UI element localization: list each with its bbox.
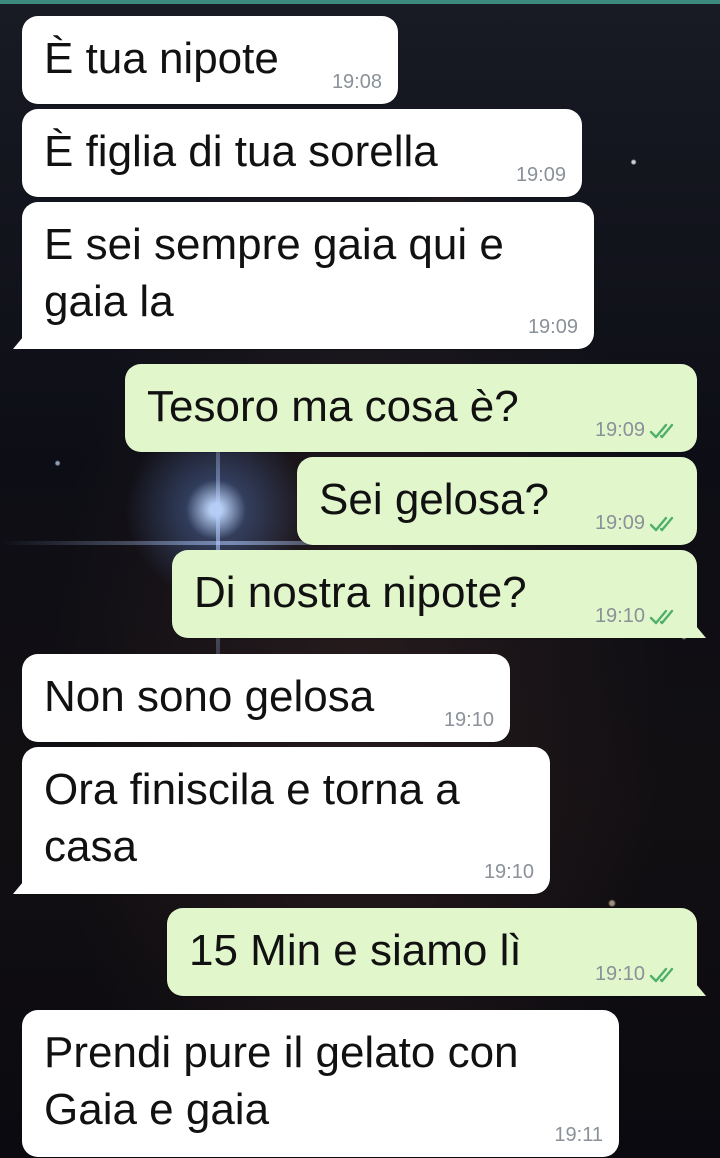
message-time: 19:11 [554,1124,603,1146]
message-time: 19:10 [443,709,494,731]
message-meta: 19:10 [595,605,681,628]
message-time: 19:09 [594,419,645,441]
message-time: 19:09 [594,512,645,534]
message-bubble-incoming[interactable]: Non sono gelosa 19:10 [22,654,510,742]
message-bubble-outgoing[interactable]: Di nostra nipote? 19:10 [172,550,706,638]
message-meta: 19:08 [332,71,382,94]
message-time: 19:09 [527,316,578,338]
double-check-icon [649,967,674,982]
message-meta: 19:09 [595,419,681,442]
message-bubble-incoming[interactable]: È tua nipote 19:08 [22,16,398,104]
message-meta: 19:10 [484,861,534,884]
message-time: 19:10 [594,963,645,985]
message-meta: 19:10 [444,709,494,732]
message-bubble-outgoing[interactable]: 15 Min e siamo lì 19:10 [167,908,706,996]
message-meta: 19:09 [595,512,681,535]
message-text: Ora finiscila e torna a casa [44,765,460,871]
message-bubble-outgoing[interactable]: Sei gelosa? 19:09 [297,457,697,545]
message-time: 19:09 [515,164,566,186]
message-time: 19:10 [594,605,645,627]
message-list[interactable]: È tua nipote 19:08 È figlia di tua sorel… [0,0,720,1158]
double-check-icon [649,423,674,438]
message-time: 19:10 [483,861,534,883]
message-time: 19:08 [331,71,382,93]
double-check-icon [649,516,674,531]
message-meta: 19:11 [554,1124,603,1147]
message-text: Prendi pure il gelato con Gaia e gaia [44,1028,519,1134]
message-meta: 19:09 [528,316,578,339]
message-text: È tua nipote [44,34,279,83]
double-check-icon [649,609,674,624]
message-meta: 19:10 [595,963,681,986]
message-text: È figlia di tua sorella [44,127,438,176]
message-meta: 19:09 [516,164,566,187]
message-bubble-incoming[interactable]: Ora finiscila e torna a casa 19:10 [13,747,550,894]
message-bubble-incoming[interactable]: Prendi pure il gelato con Gaia e gaia 19… [22,1010,619,1157]
message-text: Non sono gelosa [44,672,375,721]
message-text: E sei sempre gaia qui e gaia la [44,220,504,326]
message-bubble-incoming[interactable]: E sei sempre gaia qui e gaia la 19:09 [13,202,594,349]
message-bubble-incoming[interactable]: È figlia di tua sorella 19:09 [22,109,582,197]
message-bubble-outgoing[interactable]: Tesoro ma cosa è? 19:09 [125,364,697,452]
